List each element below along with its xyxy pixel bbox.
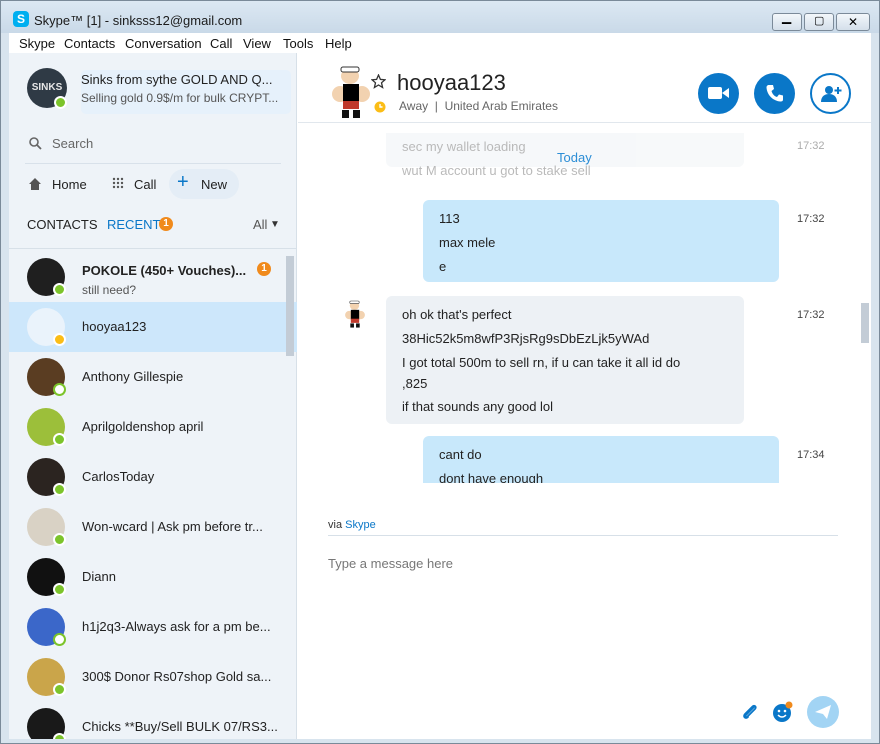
- chevron-down-icon: ▼: [270, 219, 280, 230]
- contact-row[interactable]: POKOLE (450+ Vouches)... still need? 1: [9, 252, 297, 302]
- contact-name: Diann: [82, 569, 116, 584]
- new-label: New: [201, 177, 228, 192]
- plus-icon: +: [177, 171, 189, 193]
- message-input[interactable]: Type a message here: [328, 556, 453, 571]
- search-input[interactable]: Search: [52, 136, 93, 151]
- message-time: 17:34: [797, 449, 825, 461]
- contact-scrollbar[interactable]: [286, 256, 294, 356]
- contact-online-icon: [53, 733, 66, 739]
- away-clock-icon: [374, 101, 386, 113]
- recent-badge: 1: [159, 217, 173, 231]
- date-separator: Today: [557, 150, 592, 165]
- client-area: SINKS Sinks from sythe GOLD AND Q... Sel…: [9, 53, 871, 739]
- contact-offline-icon: [53, 633, 66, 646]
- contact-name: 300$ Donor Rs07shop Gold sa...: [82, 669, 272, 684]
- menu-conversation[interactable]: Conversation: [125, 36, 202, 51]
- filter-dropdown[interactable]: All: [253, 217, 267, 232]
- contact-online-icon: [53, 683, 66, 696]
- contact-name: Won-wcard | Ask pm before tr...: [82, 519, 263, 534]
- menu-bar: Skype Contacts Conversation Call View To…: [9, 33, 871, 53]
- contact-name: POKOLE (450+ Vouches)...: [82, 263, 247, 278]
- contact-row[interactable]: h1j2q3-Always ask for a pm be...: [9, 602, 297, 652]
- call-button[interactable]: Call: [134, 177, 156, 192]
- message-time: 17:32: [797, 213, 825, 225]
- contact-name: Anthony Gillespie: [82, 369, 184, 384]
- contact-row[interactable]: Chicks **Buy/Sell BULK 07/RS3...: [9, 702, 297, 739]
- window-title: Skype™ [1] - sinksss12@gmail.com: [34, 13, 243, 28]
- audio-call-button[interactable]: [754, 73, 795, 114]
- conversation-pane: hooyaa123 Away | United Arab Emirates se…: [298, 53, 871, 739]
- menu-contacts[interactable]: Contacts: [64, 36, 115, 51]
- compose-divider: [328, 535, 838, 536]
- video-icon: [708, 87, 729, 99]
- video-call-button[interactable]: [698, 73, 739, 114]
- close-button[interactable]: ✕: [836, 13, 870, 31]
- maximize-button[interactable]: ▢: [804, 13, 834, 31]
- contact-away-icon: [53, 333, 66, 346]
- skype-window: S Skype™ [1] - sinksss12@gmail.com ▁ ▢ ✕…: [0, 0, 880, 744]
- home-icon: [29, 178, 41, 190]
- search-icon: [29, 137, 42, 150]
- contact-status: Away | United Arab Emirates: [399, 99, 558, 113]
- send-button[interactable]: [807, 696, 839, 728]
- minimize-button[interactable]: ▁: [772, 10, 802, 31]
- tab-contacts[interactable]: CONTACTS: [27, 217, 98, 232]
- chat-scrollbar[interactable]: [861, 303, 869, 343]
- contact-name: CarlosToday: [82, 469, 155, 484]
- contact-online-icon: [53, 483, 66, 496]
- contact-name: h1j2q3-Always ask for a pm be...: [82, 619, 271, 634]
- popeye-avatar[interactable]: [328, 65, 374, 119]
- sidebar: SINKS Sinks from sythe GOLD AND Q... Sel…: [9, 53, 297, 739]
- message-bubble[interactable]: 113 max mele e: [423, 200, 779, 282]
- contact-row[interactable]: Diann: [9, 552, 297, 602]
- profile-mood: Selling gold 0.9$/m for bulk CRYPT...: [81, 91, 279, 105]
- home-button[interactable]: Home: [52, 177, 87, 192]
- add-person-icon: [821, 86, 842, 102]
- via-skype: via Skype: [328, 519, 376, 531]
- sender-avatar[interactable]: [343, 295, 367, 333]
- paperclip-icon[interactable]: [739, 701, 761, 723]
- menu-call[interactable]: Call: [210, 36, 232, 51]
- contact-row[interactable]: Anthony Gillespie: [9, 352, 297, 402]
- add-people-button[interactable]: [810, 73, 851, 114]
- contact-row[interactable]: hooyaa123: [9, 302, 297, 352]
- menu-help[interactable]: Help: [325, 36, 352, 51]
- message-bubble[interactable]: cant do dont have enough: [423, 436, 779, 483]
- profile-online-icon: [54, 96, 67, 109]
- contact-offline-icon: [53, 383, 66, 396]
- skype-logo-icon: S: [13, 11, 29, 27]
- send-icon: [815, 705, 831, 719]
- contact-name: Chicks **Buy/Sell BULK 07/RS3...: [82, 719, 278, 734]
- contact-title: hooyaa123: [397, 70, 506, 95]
- profile-name: Sinks from sythe GOLD AND Q...: [81, 72, 273, 87]
- phone-icon: [766, 85, 783, 102]
- contact-online-icon: [53, 433, 66, 446]
- message-time: 17:32: [797, 309, 825, 321]
- search-divider: [25, 163, 281, 164]
- contact-last-message: still need?: [82, 283, 137, 297]
- contact-online-icon: [53, 583, 66, 596]
- contact-row[interactable]: Won-wcard | Ask pm before tr...: [9, 502, 297, 552]
- title-bar: S Skype™ [1] - sinksss12@gmail.com ▁ ▢ ✕: [1, 1, 879, 33]
- contact-row[interactable]: CarlosToday: [9, 452, 297, 502]
- contact-list: POKOLE (450+ Vouches)... still need? 1 hooy…: [9, 248, 297, 739]
- favorite-star-icon[interactable]: [371, 74, 386, 89]
- contact-online-icon: [53, 533, 66, 546]
- contact-name: Aprilgoldenshop april: [82, 419, 204, 434]
- menu-skype[interactable]: Skype: [19, 36, 55, 51]
- menu-tools[interactable]: Tools: [283, 36, 313, 51]
- emoticon-icon[interactable]: [772, 701, 794, 723]
- menu-view[interactable]: View: [243, 36, 271, 51]
- unread-badge: 1: [257, 262, 271, 276]
- contact-online-icon: [53, 283, 66, 296]
- conversation-header: hooyaa123 Away | United Arab Emirates: [298, 53, 871, 123]
- contact-row[interactable]: Aprilgoldenshop april: [9, 402, 297, 452]
- message-bubble[interactable]: oh ok that's perfect 38Hic52k5m8wfP3RjsR…: [386, 296, 744, 424]
- contact-row[interactable]: 300$ Donor Rs07shop Gold sa...: [9, 652, 297, 702]
- message-history: sec my wallet loading wut M account u go…: [298, 133, 871, 483]
- faded-message-time: 17:32: [797, 140, 825, 152]
- tab-recent[interactable]: RECENT: [107, 217, 160, 232]
- dialpad-icon: [112, 177, 124, 189]
- contact-name: hooyaa123: [82, 319, 147, 334]
